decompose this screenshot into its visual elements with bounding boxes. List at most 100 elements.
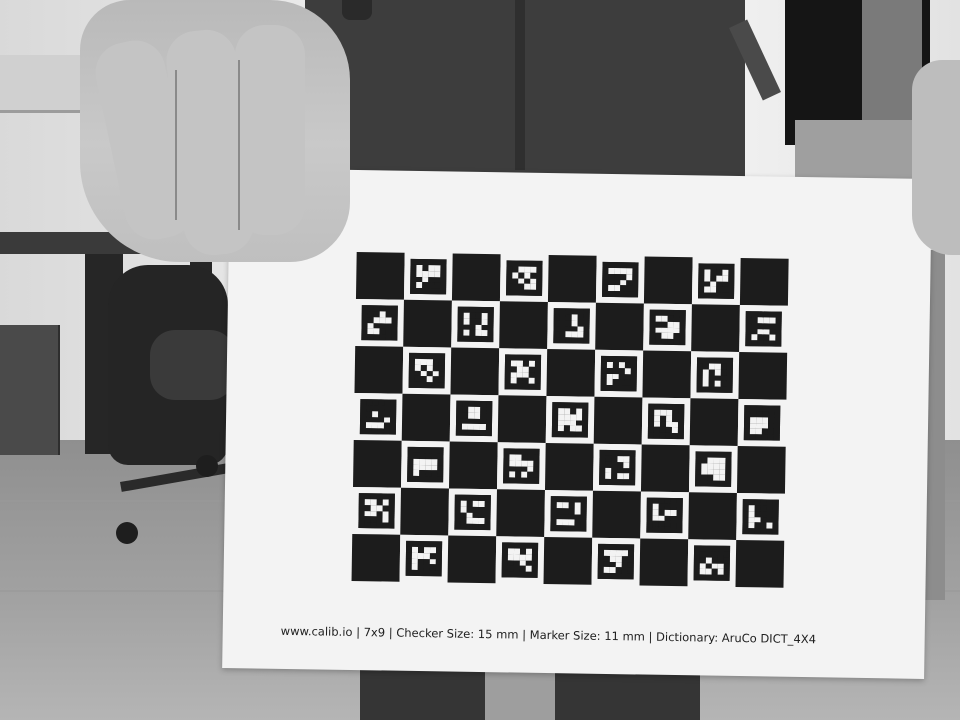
checker-square-white xyxy=(547,302,596,350)
marker-bit xyxy=(676,527,683,534)
checker-square-black xyxy=(643,256,693,305)
checker-square-white xyxy=(737,399,787,447)
aruco-marker xyxy=(454,494,491,531)
checker-square-white xyxy=(592,443,642,492)
checker-square-black xyxy=(735,539,785,588)
marker-bit xyxy=(533,477,540,484)
finger-gap xyxy=(175,70,177,220)
marker-bit xyxy=(487,336,494,343)
checker-square-black xyxy=(543,536,593,585)
chair-wheel xyxy=(116,522,138,544)
checker-square-black xyxy=(447,535,497,584)
cabinet xyxy=(0,325,60,455)
wall-shelf xyxy=(0,55,80,113)
aruco-marker xyxy=(649,309,686,346)
aruco-marker xyxy=(504,354,542,390)
checker-square-white xyxy=(545,395,595,444)
aruco-marker xyxy=(405,540,443,577)
photo-scene: www.calib.io | 7x9 | Checker Size: 15 mm… xyxy=(0,0,960,720)
checker-square-white xyxy=(687,539,737,587)
chair-wheel xyxy=(196,455,218,477)
marker-bit xyxy=(583,337,590,344)
aruco-marker xyxy=(361,305,398,341)
checker-square-white xyxy=(496,442,546,490)
checker-square-white xyxy=(402,346,452,395)
aruco-marker xyxy=(358,493,395,529)
aruco-marker xyxy=(698,263,735,299)
checker-square-white xyxy=(691,257,741,306)
checker-square-black xyxy=(592,490,641,539)
aruco-marker xyxy=(693,545,731,581)
marker-bit xyxy=(772,528,779,535)
checker-square-black xyxy=(451,253,501,302)
marker-bit xyxy=(725,480,732,487)
checker-square-black xyxy=(450,347,500,396)
checker-square-black xyxy=(642,350,692,399)
checker-square-white xyxy=(448,488,497,537)
marker-bit xyxy=(534,383,541,390)
marker-bit xyxy=(677,433,684,440)
checker-square-black xyxy=(593,396,643,445)
marker-bit xyxy=(435,570,442,577)
wristwatch xyxy=(342,0,372,20)
checker-square-black xyxy=(736,446,786,494)
marker-bit xyxy=(437,476,444,483)
finger xyxy=(235,25,305,235)
checker-square-black xyxy=(689,398,739,447)
checker-square-black xyxy=(354,345,404,394)
checker-square-black xyxy=(400,487,449,536)
checker-square-white xyxy=(643,303,692,352)
aruco-marker xyxy=(695,451,732,487)
checker-square-black xyxy=(691,304,740,353)
checker-square-black xyxy=(499,301,548,350)
aruco-marker xyxy=(410,258,447,295)
checker-square-white xyxy=(595,255,645,304)
marker-bit xyxy=(581,431,588,438)
marker-bit xyxy=(630,385,637,392)
checker-square-white xyxy=(591,537,641,586)
checker-square-white xyxy=(400,440,450,489)
person-torso xyxy=(305,0,745,185)
checker-square-black xyxy=(544,442,594,491)
checker-square-white xyxy=(403,252,453,301)
checker-square-black xyxy=(640,444,690,493)
marker-bit xyxy=(531,571,538,578)
sheet-caption: www.calib.io | 7x9 | Checker Size: 15 mm… xyxy=(280,623,817,647)
checker-square-white xyxy=(690,351,740,400)
checker-square-black xyxy=(738,352,788,400)
marker-bit xyxy=(723,574,730,581)
marker-bit xyxy=(438,382,445,389)
marker-bit xyxy=(485,430,492,437)
aruco-marker xyxy=(359,399,397,435)
charuco-board xyxy=(351,252,789,588)
shirt-placket xyxy=(515,0,525,170)
marker-bit xyxy=(679,339,686,346)
checker-square-black xyxy=(639,538,689,587)
checker-square-white xyxy=(355,298,404,347)
marker-bit xyxy=(726,386,733,393)
checker-square-white xyxy=(736,493,785,541)
checker-square-black xyxy=(546,349,596,397)
checker-square-black xyxy=(496,489,545,537)
marker-bit xyxy=(629,479,636,486)
aruco-marker xyxy=(550,496,587,532)
marker-bit xyxy=(440,288,447,295)
checker-square-white xyxy=(498,348,548,396)
checker-square-black xyxy=(497,395,547,443)
aruco-marker xyxy=(647,403,685,440)
checker-square-black xyxy=(448,441,498,490)
marker-bit xyxy=(388,522,395,529)
right-hand xyxy=(912,60,960,255)
checker-square-white xyxy=(353,392,403,441)
aruco-marker xyxy=(599,449,636,486)
aruco-marker xyxy=(696,357,734,393)
checker-square-white xyxy=(594,349,644,398)
aruco-marker xyxy=(743,405,781,441)
finger-gap xyxy=(238,60,240,230)
marker-bit xyxy=(627,573,634,580)
chair-seat xyxy=(150,330,235,400)
aruco-marker xyxy=(600,355,638,392)
aruco-marker xyxy=(503,448,540,484)
checker-square-white xyxy=(544,489,593,538)
checker-square-black xyxy=(739,258,789,306)
